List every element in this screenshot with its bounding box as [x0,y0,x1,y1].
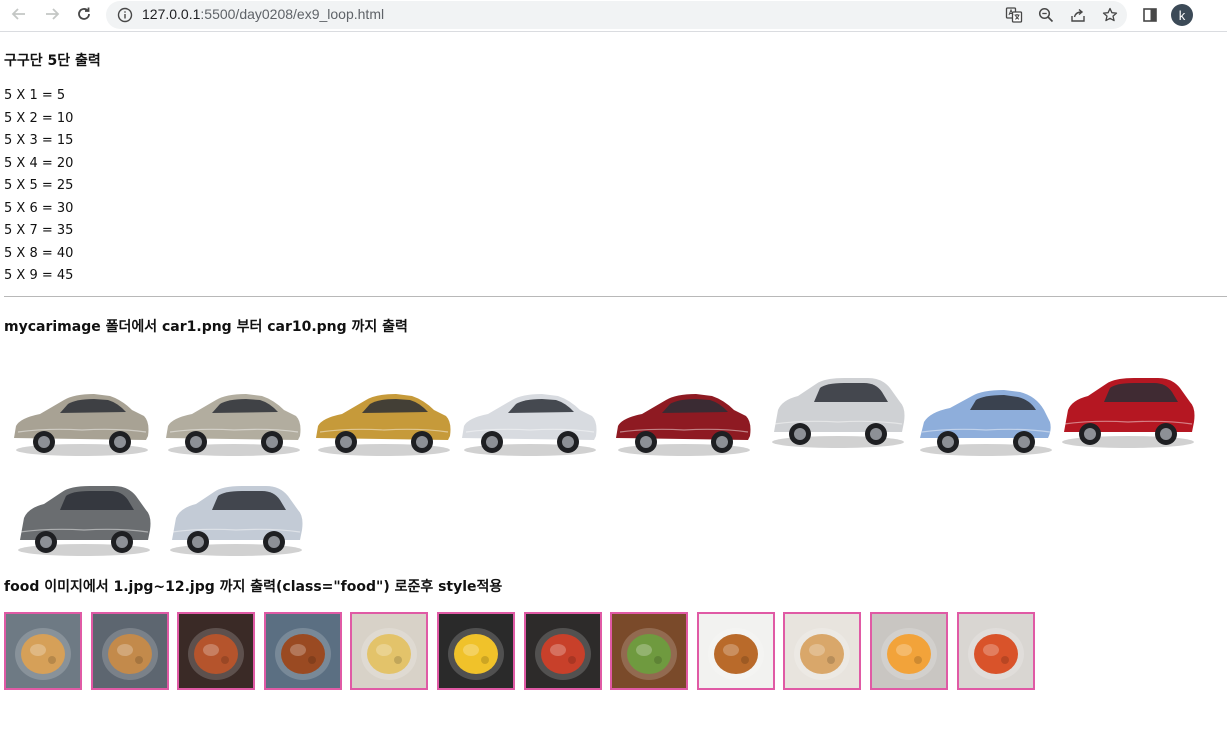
gugudan-line: 5 X 6 = 30 [4,200,74,216]
forward-arrow-icon [44,6,60,26]
gugudan-line: 5 X 8 = 40 [4,245,74,261]
food-image [610,612,689,690]
side-panel-icon[interactable] [1138,3,1162,27]
back-arrow-icon [11,6,27,26]
car-image [160,370,306,466]
reload-button[interactable] [71,3,97,29]
url-path: :5500/day0208/ex9_loop.html [200,6,385,22]
gugudan-line: 5 X 7 = 35 [4,223,74,238]
car-image [764,362,910,458]
gugudan-line: 5 X 2 = 10 [4,110,74,126]
url-host: 127.0.0.1 [142,6,201,22]
bookmark-star-icon[interactable] [1098,3,1122,27]
zoom-icon[interactable] [1034,3,1058,27]
gugudan-line: 5 X 5 = 25 [4,178,74,193]
site-info-icon[interactable] [113,3,137,27]
gugudan-line: 5 X 9 = 45 [4,268,74,283]
car-image [1054,362,1200,458]
food-image [783,612,862,690]
car-image [456,370,602,466]
translate-icon[interactable] [1002,3,1026,27]
food-image [263,612,342,690]
car-image [10,470,156,566]
cars-heading: mycarimage 폴더에서 car1.png 부터 car10.png 까지… [4,319,408,335]
share-icon[interactable] [1066,3,1090,27]
gugudan-heading: 구구단 5단 출력 [4,53,101,69]
food-image [696,612,775,690]
food-image [437,612,515,690]
car-image [8,370,154,466]
address-bar[interactable]: 127.0.0.1:5500/day0208/ex9_loop.html [106,1,1127,29]
reload-icon [76,6,92,26]
car-image [310,370,456,466]
gugudan-line: 5 X 1 = 5 [4,88,66,103]
horizontal-rule [4,296,1227,297]
food-image [523,612,602,690]
food-image [4,612,82,690]
car-image [162,470,308,566]
food-image [90,612,169,690]
forward-button[interactable] [39,3,65,29]
food-image [870,612,948,690]
profile-initial: k [1178,7,1186,23]
car-image [912,370,1058,466]
food-image [350,612,429,690]
url-text[interactable]: 127.0.0.1:5500/day0208/ex9_loop.html [142,6,384,22]
profile-avatar[interactable]: k [1171,4,1193,26]
car-image [610,370,756,466]
back-button[interactable] [6,3,32,29]
browser-toolbar: 127.0.0.1:5500/day0208/ex9_loop.html k [0,0,1227,32]
food-image [177,612,256,690]
gugudan-line: 5 X 4 = 20 [4,155,74,171]
gugudan-line: 5 X 3 = 15 [4,133,74,148]
food-image [956,612,1035,690]
food-heading: food 이미지에서 1.jpg~12.jpg 까지 출력(class="foo… [4,579,503,595]
